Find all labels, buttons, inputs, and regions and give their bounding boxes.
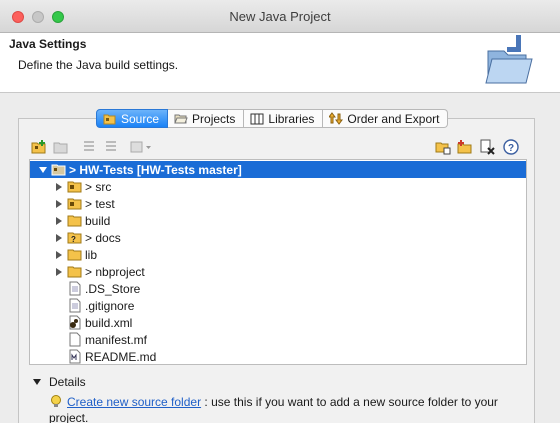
tree-item-lib[interactable]: lib [30,246,526,263]
tree-item-src[interactable]: > src [30,178,526,195]
tree-item-build[interactable]: build [30,212,526,229]
tree-item-nbproject[interactable]: > nbproject [30,263,526,280]
title-bar: New Java Project [0,0,560,33]
details-label: Details [49,375,86,389]
folder-icon [67,249,82,261]
source-toolbar: ? [29,139,527,155]
chevron-down-icon[interactable] [39,166,47,174]
tree-item-label: .gitignore [85,298,135,313]
add-folder-icon[interactable] [457,139,473,155]
tree-item-project[interactable]: > HW-Tests [HW-Tests master] [30,161,526,178]
unknown-folder-icon: ? [67,232,82,244]
tree-item-label: manifest.mf [85,332,148,347]
link-source-icon[interactable] [53,139,69,155]
tab-source[interactable]: Source [96,109,169,128]
file-icon [69,298,81,313]
tree-item-label: > HW-Tests [HW-Tests master] [69,162,242,177]
page-title: Java Settings [9,37,87,51]
tree-item-label: build [85,213,111,228]
svg-text:?: ? [71,235,76,244]
order-export-icon [329,112,344,125]
new-folder-icon[interactable] [435,139,451,155]
up-icon[interactable] [81,139,97,155]
tab-projects-label: Projects [192,111,236,126]
tree-item-label: > docs [85,230,121,245]
window-title: New Java Project [229,9,331,24]
tree-item-test[interactable]: > test [30,195,526,212]
tree-item-label: README.md [85,349,157,364]
source-tree: > HW-Tests [HW-Tests master] > src > tes… [29,159,527,365]
add-source-folder-icon[interactable] [31,139,47,155]
build-path-tabs: Source Projects Libraries Order and Expo… [96,109,449,128]
tab-libraries-label: Libraries [268,111,315,126]
page-description: Define the Java build settings. [18,58,179,72]
tree-item-gitignore[interactable]: .gitignore [30,297,526,314]
chevron-right-icon[interactable] [55,216,63,225]
package-folder-icon [67,181,82,193]
tree-item-label: lib [85,247,98,262]
java-folder-icon [485,35,533,84]
configure-dropdown-icon[interactable] [129,139,153,155]
wizard-header: Java Settings Define the Java build sett… [0,33,560,93]
tree-item-manifest[interactable]: manifest.mf [30,331,526,348]
details-hint: Create new source folder : use this if y… [49,394,519,423]
source-folder-icon [103,114,116,125]
tab-source-label: Source [121,111,160,126]
folder-icon [67,266,82,278]
libraries-icon [250,113,264,125]
chevron-right-icon[interactable] [55,250,63,259]
folder-icon [67,215,82,227]
tree-item-label: .DS_Store [85,281,141,296]
create-source-folder-link[interactable]: Create new source folder [67,395,201,409]
tree-item-ds-store[interactable]: .DS_Store [30,280,526,297]
chevron-right-icon[interactable] [55,267,63,276]
chevron-down-icon [33,379,41,385]
down-icon[interactable] [103,139,119,155]
ant-file-icon [69,315,81,330]
tree-item-label: > test [85,196,115,211]
tree-item-build-xml[interactable]: build.xml [30,314,526,331]
details-toggle[interactable]: Details [29,373,527,391]
chevron-right-icon[interactable] [55,182,63,191]
tree-item-label: build.xml [85,315,133,330]
projects-folder-icon [174,114,188,124]
tree-item-label: > nbproject [85,264,145,279]
tab-order-and-export[interactable]: Order and Export [323,109,449,128]
tab-projects[interactable]: Projects [168,109,245,128]
file-icon [69,281,81,296]
chevron-right-icon[interactable] [55,199,63,208]
project-icon [51,164,66,176]
file-icon [69,332,81,347]
markdown-file-icon [69,349,81,364]
tree-item-label: > src [85,179,112,194]
lightbulb-icon [51,395,61,407]
tab-libraries[interactable]: Libraries [244,109,324,128]
tab-order-and-export-label: Order and Export [347,111,440,126]
help-icon[interactable]: ? [503,139,519,155]
tree-item-docs[interactable]: ? > docs [30,229,526,246]
package-folder-icon [67,198,82,210]
remove-icon[interactable] [479,139,495,155]
chevron-right-icon[interactable] [55,233,63,242]
tree-item-readme[interactable]: README.md [30,348,526,364]
source-panel: ? > HW-Tests [HW-Tests master] > src > t… [18,118,535,423]
svg-text:?: ? [508,143,514,154]
